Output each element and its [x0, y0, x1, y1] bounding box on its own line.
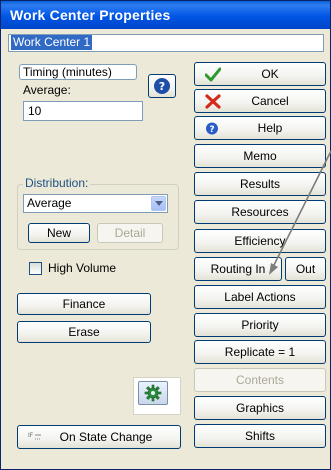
- help-button[interactable]: ? Help: [194, 116, 326, 140]
- memo-button[interactable]: Memo: [194, 144, 326, 168]
- erase-button[interactable]: Erase: [17, 321, 151, 343]
- average-label: Average:: [23, 83, 71, 97]
- memo-label: Memo: [243, 149, 277, 163]
- chevron-down-icon[interactable]: [151, 196, 166, 211]
- routing-in-label: Routing In: [210, 262, 266, 276]
- results-label: Results: [239, 177, 280, 191]
- checkmark-icon: [205, 67, 221, 82]
- routing-in-button[interactable]: Routing In: [194, 257, 282, 281]
- on-state-change-button[interactable]: IF On State Change: [17, 425, 181, 449]
- on-state-change-label: On State Change: [59, 430, 153, 444]
- routing-out-button[interactable]: Out: [285, 257, 326, 281]
- detail-label: Detail: [114, 226, 146, 240]
- distribution-select[interactable]: Average: [23, 194, 168, 213]
- priority-button[interactable]: Priority: [194, 313, 326, 337]
- graphic-icon-button[interactable]: [138, 381, 168, 405]
- distribution-selected-value: Average: [27, 196, 72, 210]
- label-actions-label: Label Actions: [224, 290, 296, 304]
- replicate-label: Replicate = 1: [224, 345, 296, 359]
- average-input[interactable]: 10: [23, 101, 143, 121]
- help-icon: ?: [206, 122, 218, 135]
- name-input-value: Work Center 1: [11, 35, 93, 50]
- efficiency-button[interactable]: Efficiency: [194, 229, 326, 253]
- shifts-label: Shifts: [244, 429, 275, 443]
- erase-label: Erase: [68, 325, 100, 339]
- resources-button[interactable]: Resources: [194, 200, 326, 224]
- label-actions-button[interactable]: Label Actions: [194, 285, 326, 309]
- results-button[interactable]: Results: [194, 172, 326, 196]
- help-circle-icon: ?: [154, 78, 170, 94]
- high-volume-checkbox[interactable]: [29, 262, 42, 275]
- contents-button[interactable]: Contents: [194, 368, 326, 392]
- new-label: New: [46, 226, 71, 240]
- shifts-button[interactable]: Shifts: [194, 424, 326, 448]
- replicate-button[interactable]: Replicate = 1: [194, 340, 326, 364]
- work-center-properties-dialog: Work Center Properties Work Center 1 Tim…: [0, 0, 331, 470]
- out-label: Out: [295, 262, 316, 276]
- resources-label: Resources: [231, 205, 289, 219]
- high-volume-label: High Volume: [48, 261, 117, 275]
- svg-text:IF: IF: [28, 432, 34, 439]
- finance-button[interactable]: Finance: [17, 293, 151, 315]
- close-x-icon: [205, 94, 221, 109]
- graphics-button[interactable]: Graphics: [194, 396, 326, 420]
- timing-label: Timing (minutes): [19, 64, 137, 80]
- detail-button[interactable]: Detail: [97, 223, 163, 243]
- graphics-label: Graphics: [235, 401, 285, 415]
- efficiency-label: Efficiency: [234, 234, 286, 248]
- distribution-label: Distribution:: [23, 176, 91, 190]
- cancel-button[interactable]: Cancel: [194, 89, 326, 113]
- ok-button[interactable]: OK: [194, 62, 326, 86]
- gear-icon: [144, 384, 162, 402]
- new-distribution-button[interactable]: New: [28, 223, 90, 243]
- svg-text:?: ?: [159, 80, 165, 93]
- state-change-icon: IF: [28, 432, 41, 440]
- svg-text:?: ?: [209, 125, 214, 135]
- contents-label: Contents: [235, 373, 285, 387]
- finance-label: Finance: [62, 297, 106, 311]
- title-bar[interactable]: Work Center Properties: [1, 1, 330, 29]
- timing-help-button[interactable]: ?: [148, 74, 176, 98]
- work-center-name-input[interactable]: Work Center 1: [8, 34, 324, 52]
- priority-label: Priority: [241, 318, 279, 332]
